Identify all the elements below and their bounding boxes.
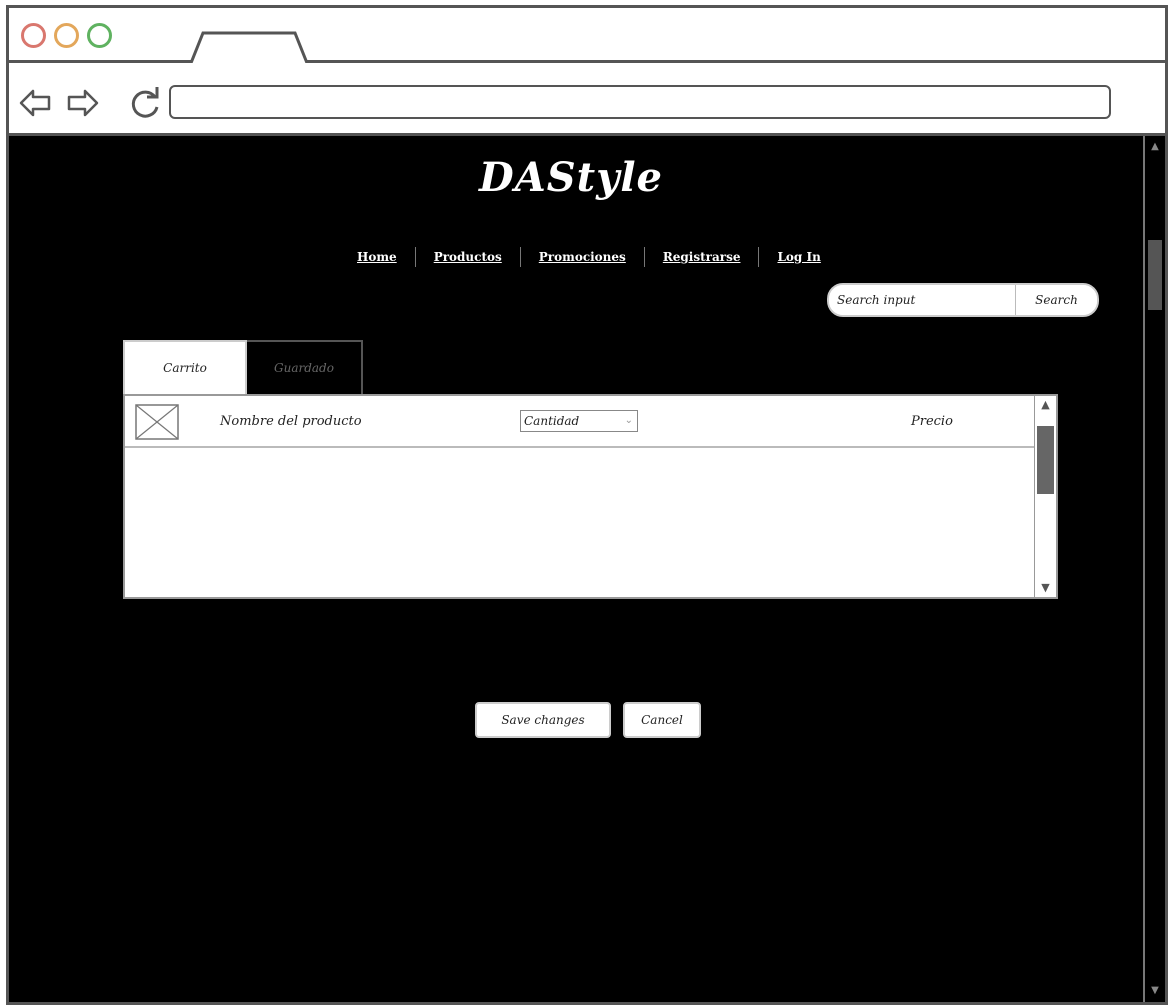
quantity-select-value: Cantidad bbox=[524, 414, 580, 428]
quantity-select[interactable]: Cantidad ⌄ bbox=[520, 410, 638, 432]
page-scroll-down-icon[interactable]: ▼ bbox=[1145, 982, 1165, 1000]
product-price: Precio bbox=[911, 414, 953, 429]
tab-carrito[interactable]: Carrito bbox=[123, 340, 247, 394]
browser-tab[interactable] bbox=[189, 30, 309, 63]
save-changes-button[interactable]: Save changes bbox=[475, 702, 611, 738]
back-arrow-icon[interactable] bbox=[17, 85, 53, 121]
site-logo: DAStyle bbox=[479, 154, 663, 201]
main-nav: Home Productos Promociones Registrarse L… bbox=[339, 242, 839, 272]
cart-tabs: Carrito Guardado bbox=[123, 340, 363, 394]
minimize-window-dot[interactable] bbox=[54, 23, 79, 48]
chevron-down-icon: ⌄ bbox=[624, 415, 633, 426]
table-row: Nombre del producto Cantidad ⌄ Precio bbox=[125, 396, 1035, 448]
scroll-down-icon[interactable]: ▼ bbox=[1035, 579, 1056, 597]
maximize-window-dot[interactable] bbox=[87, 23, 112, 48]
browser-window: DAStyle Home Productos Promociones Regis… bbox=[6, 5, 1168, 1005]
cancel-button[interactable]: Cancel bbox=[623, 702, 701, 738]
tab-guardado[interactable]: Guardado bbox=[247, 340, 363, 394]
page-scroll-up-icon[interactable]: ▲ bbox=[1145, 138, 1165, 156]
title-bar bbox=[9, 8, 1165, 63]
nav-promociones[interactable]: Promociones bbox=[521, 247, 645, 267]
close-window-dot[interactable] bbox=[21, 23, 46, 48]
url-bar[interactable] bbox=[169, 85, 1111, 119]
nav-registrarse[interactable]: Registrarse bbox=[645, 247, 760, 267]
nav-productos[interactable]: Productos bbox=[416, 247, 521, 267]
search-box: Search bbox=[827, 283, 1099, 317]
page-scrollbar-thumb[interactable] bbox=[1148, 240, 1162, 310]
page-content: DAStyle Home Productos Promociones Regis… bbox=[9, 136, 1165, 1002]
cart-scrollbar[interactable]: ▲ ▼ bbox=[1034, 396, 1056, 597]
nav-home[interactable]: Home bbox=[339, 247, 416, 267]
forward-arrow-icon[interactable] bbox=[65, 85, 101, 121]
scroll-up-icon[interactable]: ▲ bbox=[1035, 396, 1056, 414]
browser-nav-bar bbox=[9, 63, 1165, 136]
cart-scrollbar-thumb[interactable] bbox=[1037, 426, 1054, 494]
cart-panel: Nombre del producto Cantidad ⌄ Precio ▲ … bbox=[123, 394, 1058, 599]
product-image-placeholder-icon bbox=[135, 404, 179, 440]
nav-log-in[interactable]: Log In bbox=[759, 247, 838, 267]
reload-icon[interactable] bbox=[127, 85, 163, 121]
search-input[interactable] bbox=[829, 285, 1015, 315]
page-scrollbar[interactable]: ▲ ▼ bbox=[1143, 136, 1165, 1002]
search-button[interactable]: Search bbox=[1015, 285, 1097, 315]
product-name: Nombre del producto bbox=[220, 414, 362, 429]
